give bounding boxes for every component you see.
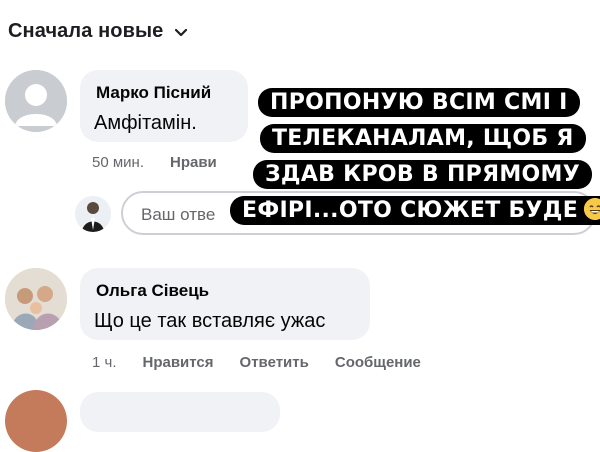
comment-author[interactable]: Ольга Сівець (96, 281, 209, 301)
comment-meta: 1 ч. Нравится Ответить Сообщение (92, 354, 421, 371)
sort-dropdown[interactable]: Сначала новые (8, 20, 189, 43)
comment-bubble-next (80, 392, 280, 432)
overlay-text-line: ЗДАВ КРОВ В ПРЯМОМУ (253, 160, 592, 189)
overlay-text-line: ПРОПОНУЮ ВСІМ СМІ І (258, 88, 580, 117)
overlay-text-line-last: ЕФІРІ...ОТО СЮЖЕТ БУДЕ (230, 196, 600, 225)
comment-author[interactable]: Марко Пісний (96, 83, 211, 103)
avatar-default[interactable] (5, 70, 67, 132)
comment-bubble: Марко Пісний Амфітамін. (80, 70, 248, 142)
user-photo-icon (75, 196, 111, 232)
comment-time[interactable]: 50 мин. (92, 154, 144, 171)
comment-time[interactable]: 1 ч. (92, 354, 117, 371)
family-photo-icon (5, 268, 67, 330)
current-user-avatar[interactable] (75, 196, 111, 232)
default-user-icon (5, 70, 67, 132)
like-button[interactable]: Нравится (143, 354, 214, 371)
overlay-text: ЕФІРІ...ОТО СЮЖЕТ БУДЕ (242, 198, 579, 223)
reply-button[interactable]: Ответить (240, 354, 309, 371)
comment-bubble: Ольга Сівець Що це так вставляє ужас (80, 268, 370, 340)
overlay-text-line: ТЕЛЕКАНАЛАМ, ЩОБ Я (260, 124, 586, 153)
comment-meta: 50 мин. Нрави (92, 154, 217, 171)
reply-placeholder: Ваш отве (141, 205, 216, 224)
sort-label: Сначала новые (8, 20, 164, 42)
grinning-sweat-emoji-icon (584, 198, 600, 220)
comment-text: Амфітамін. (94, 112, 197, 134)
chevron-down-icon (175, 28, 188, 36)
comment-text: Що це так вставляє ужас (94, 310, 326, 332)
like-button[interactable]: Нрави (170, 154, 217, 171)
avatar-next-comment[interactable] (5, 390, 67, 452)
avatar-olga[interactable] (5, 268, 67, 330)
message-button[interactable]: Сообщение (335, 354, 421, 371)
